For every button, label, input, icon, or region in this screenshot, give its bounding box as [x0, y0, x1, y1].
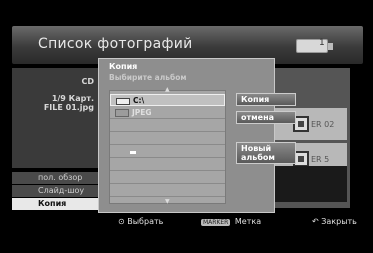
file-name: FILE 01.jpg	[43, 103, 94, 112]
new-album-label-1: Новый	[241, 144, 272, 153]
bottom-hint-bar: ⊙ Выбрать MARKER Метка ↶ Закрыть	[0, 215, 373, 229]
select-hint: ⊙ Выбрать	[118, 217, 164, 226]
new-album-button[interactable]: Новый альбом	[236, 142, 296, 164]
card-count: 1/9 Карт.	[51, 94, 94, 103]
dialog-cursor-icon	[130, 151, 136, 154]
cancel-button[interactable]: отмена	[236, 111, 296, 124]
new-album-label-2: альбом	[241, 153, 275, 162]
dialog-title: Копия	[109, 62, 138, 71]
list-item[interactable]: JPEG	[110, 107, 225, 119]
thumbnail-dark[interactable]	[273, 166, 347, 202]
enter-icon: ⊙	[118, 217, 125, 226]
copy-dialog: Копия Выбирите альбом ▲ C:\ JPEG ▼ Копия…	[98, 58, 296, 213]
return-icon: ↶	[312, 217, 319, 226]
album-list[interactable]: ▲ C:\ JPEG ▼	[109, 86, 226, 205]
list-item	[110, 146, 225, 158]
list-item	[110, 172, 225, 184]
list-item	[110, 185, 225, 197]
folder-icon	[115, 109, 129, 117]
marker-hint: MARKER Метка	[201, 217, 262, 226]
thumbnail-label: ER 5	[311, 155, 330, 164]
copy-button[interactable]: Копия	[236, 93, 296, 106]
menu-item-full-view[interactable]: пол. обзор	[12, 172, 98, 184]
media-type: CD	[81, 77, 94, 86]
list-item[interactable]: C:\	[110, 94, 225, 106]
card-indicator-icon: 1	[296, 38, 333, 53]
list-item	[110, 133, 225, 145]
drive-icon	[116, 98, 130, 105]
scroll-down-icon[interactable]: ▼	[165, 198, 170, 205]
menu-item-slideshow[interactable]: Слайд-шоу	[12, 185, 98, 197]
card-indicator-number: 1	[319, 38, 325, 48]
list-item	[110, 120, 225, 132]
close-hint: ↶ Закрыть	[312, 217, 357, 226]
thumbnail-label: ER 02	[311, 120, 335, 129]
list-item	[110, 159, 225, 171]
page-title: Список фотографий	[38, 36, 193, 52]
scroll-up-icon[interactable]: ▲	[165, 86, 170, 93]
dialog-prompt: Выбирите альбом	[109, 73, 187, 82]
screen: Список фотографий 1 CD 1/9 Карт. FILE 01…	[0, 0, 373, 253]
marker-icon: MARKER	[201, 219, 231, 226]
menu-item-copy[interactable]: Копия	[12, 198, 98, 210]
